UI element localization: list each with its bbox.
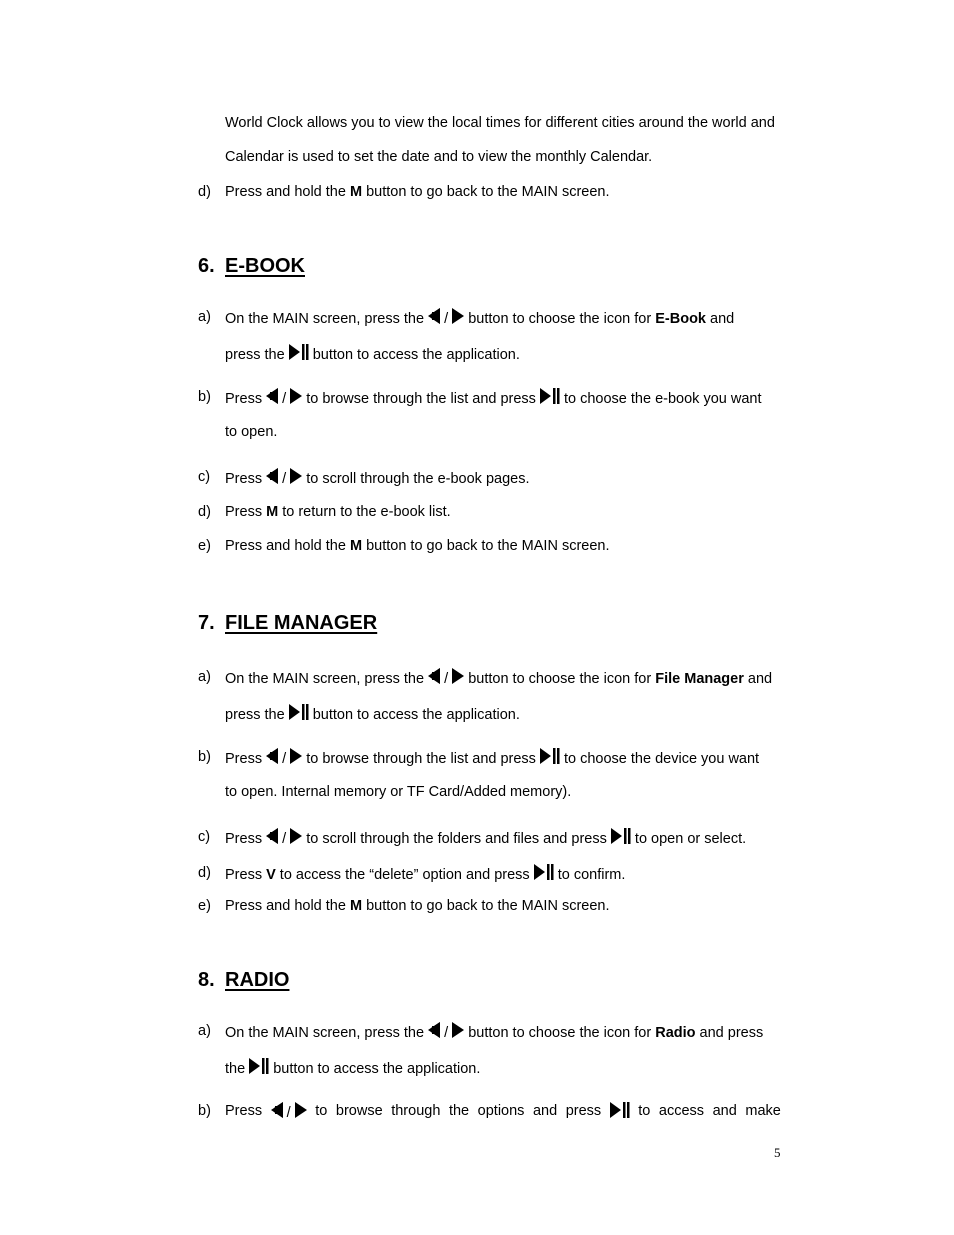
list-label: d) — [198, 504, 211, 520]
list-item-text: Press and hold the M button to go back t… — [225, 184, 610, 200]
list-item-text: to open. Internal memory or TF Card/Adde… — [225, 784, 572, 800]
prev-triangle-icon — [428, 668, 440, 684]
play-pause-icon — [540, 748, 560, 764]
next-triangle-icon — [452, 668, 464, 684]
list-item-text: press the button to access the applicati… — [225, 344, 520, 364]
play-pause-icon — [540, 388, 560, 404]
list-item-text: On the MAIN screen, press the / button t… — [225, 668, 772, 688]
paragraph-line: World Clock allows you to view the local… — [225, 115, 775, 131]
list-item-text: Press M to return to the e-book list. — [225, 504, 451, 520]
prev-triangle-icon — [428, 308, 440, 324]
list-item-text: On the MAIN screen, press the / button t… — [225, 1022, 763, 1042]
page-number: 5 — [774, 1145, 781, 1160]
play-pause-icon — [534, 864, 554, 880]
next-triangle-icon — [290, 388, 302, 404]
list-item-text: Press / to browse through the options an… — [225, 1102, 781, 1122]
next-triangle-icon — [290, 748, 302, 764]
play-pause-icon — [289, 344, 309, 360]
next-triangle-icon — [290, 468, 302, 484]
list-label: c) — [198, 829, 211, 845]
list-label: a) — [198, 1023, 211, 1039]
list-item-text: to open. — [225, 424, 278, 440]
list-item-text: On the MAIN screen, press the / button t… — [225, 308, 734, 328]
play-pause-icon — [610, 1102, 630, 1122]
play-pause-icon — [611, 828, 631, 844]
paragraph-line: Calendar is used to set the date and to … — [225, 149, 653, 165]
list-item-text: Press and hold the M button to go back t… — [225, 538, 610, 554]
play-pause-icon — [249, 1058, 269, 1074]
section-heading-file-manager: 7. FILE MANAGER — [198, 612, 378, 634]
list-item-text: Press / to scroll through the e-book pag… — [225, 468, 530, 488]
list-item-text: Press / to scroll through the folders an… — [225, 828, 746, 848]
next-triangle-icon — [452, 1022, 464, 1038]
next-triangle-icon — [295, 1102, 307, 1118]
prev-triangle-icon — [266, 748, 278, 764]
list-item-text: Press / to browse through the list and p… — [225, 388, 762, 408]
prev-triangle-icon — [266, 388, 278, 404]
document-page: World Clock allows you to view the local… — [0, 0, 954, 1235]
play-pause-icon — [289, 704, 309, 720]
list-label: a) — [198, 669, 211, 685]
list-label: b) — [198, 389, 211, 405]
prev-triangle-icon — [266, 828, 278, 844]
prev-next-icons: / — [271, 1102, 307, 1122]
list-label: d) — [198, 865, 211, 881]
list-label: e) — [198, 898, 211, 914]
prev-triangle-icon — [428, 1022, 440, 1038]
prev-triangle-icon — [271, 1102, 283, 1118]
list-label: c) — [198, 469, 211, 485]
section-heading-radio: 8. RADIO — [198, 969, 290, 991]
list-label: b) — [198, 1103, 211, 1119]
list-item-text: Press and hold the M button to go back t… — [225, 898, 610, 914]
list-item-text: Press V to access the “delete” option an… — [225, 864, 625, 884]
next-triangle-icon — [290, 828, 302, 844]
list-label: e) — [198, 538, 211, 554]
list-label: a) — [198, 309, 211, 325]
list-item-text: Press / to browse through the list and p… — [225, 748, 759, 768]
list-label: b) — [198, 749, 211, 765]
prev-triangle-icon — [266, 468, 278, 484]
section-heading-ebook: 6. E-BOOK — [198, 255, 305, 277]
next-triangle-icon — [452, 308, 464, 324]
list-label: d) — [198, 184, 211, 200]
list-item-text: press the button to access the applicati… — [225, 704, 520, 724]
list-item-text: the button to access the application. — [225, 1058, 480, 1078]
